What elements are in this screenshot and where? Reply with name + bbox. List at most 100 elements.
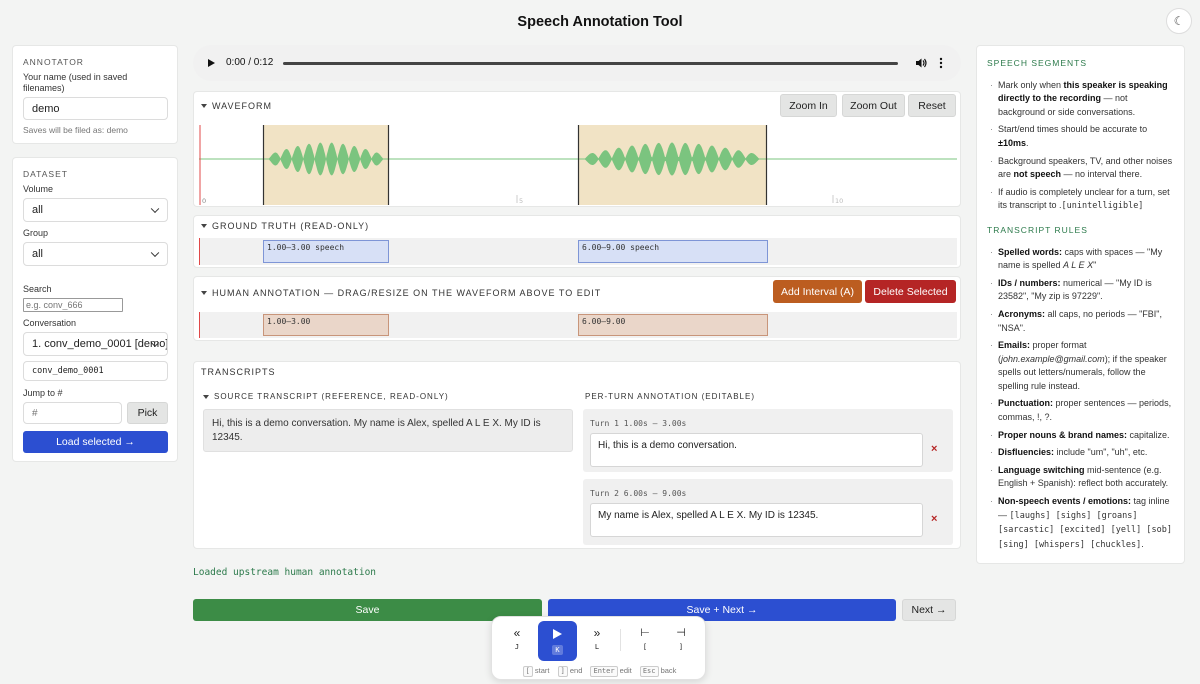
page-title: Speech Annotation Tool: [517, 14, 683, 30]
floating-player: « J K » L ⊢ [ ⊣ ] [ start ] end Enter ed…: [491, 616, 706, 680]
search-input[interactable]: [23, 298, 123, 312]
speech-rule-4: If audio is completely unclear for a tur…: [987, 186, 1173, 214]
rewind-button[interactable]: « J: [508, 627, 526, 652]
load-selected-button[interactable]: Load selected →: [23, 431, 168, 453]
zoom-in-button[interactable]: Zoom In: [780, 94, 837, 117]
fast-forward-icon: »: [593, 626, 601, 640]
volume-icon[interactable]: [915, 57, 927, 69]
delete-selected-button[interactable]: Delete Selected: [865, 280, 956, 303]
dataset-heading: DATASET: [23, 169, 68, 179]
conversation-value: 1. conv_demo_0001 [demo]: [32, 338, 168, 350]
play-pause-button[interactable]: K: [538, 621, 577, 661]
name-input[interactable]: demo: [23, 97, 168, 120]
waveform-region-1: [263, 125, 389, 205]
turn-2-textarea[interactable]: My name is Alex, spelled A L E X. My ID …: [590, 503, 923, 537]
turn-1-textarea[interactable]: Hi, this is a demo conversation.: [590, 433, 923, 467]
transcript-rule-2: IDs / numbers: numerical — "My ID is 235…: [987, 277, 1173, 304]
rules-panel: SPEECH SEGMENTS Mark only when this spea…: [987, 57, 1173, 556]
transcript-rule-5: Punctuation: proper sentences — periods,…: [987, 397, 1173, 424]
annotator-heading: ANNOTATOR: [23, 57, 84, 67]
jump-input[interactable]: [23, 402, 122, 424]
volume-label: Volume: [23, 184, 54, 194]
transcripts-card: TRANSCRIPTS SOURCE TRANSCRIPT (REFERENCE…: [193, 361, 961, 549]
wave-tick-0: 0: [202, 197, 206, 205]
waveform-card: WAVEFORM Zoom In Zoom Out Reset 0 5 10: [193, 91, 961, 207]
chevron-down-icon: [150, 248, 160, 258]
human-segment-1[interactable]: 1.00–3.00: [263, 314, 389, 336]
transcript-rule-4: Emails: proper format (john.example@gmai…: [987, 339, 1173, 393]
speech-rule-1: Mark only when this speaker is speaking …: [987, 79, 1173, 120]
conversation-id-field[interactable]: conv_demo_0001: [23, 361, 168, 381]
pick-button[interactable]: Pick: [127, 402, 168, 424]
transcripts-heading: TRANSCRIPTS: [201, 367, 276, 377]
human-annotation-card: HUMAN ANNOTATION — DRAG/RESIZE ON THE WA…: [193, 276, 961, 341]
collapse-icon[interactable]: [203, 394, 209, 399]
collapse-icon[interactable]: [201, 104, 207, 108]
source-transcript-heading: SOURCE TRANSCRIPT (REFERENCE, READ-ONLY): [203, 392, 449, 401]
transcript-rule-7: Disfluencies: include "um", "uh", etc.: [987, 446, 1173, 460]
zoom-out-button[interactable]: Zoom Out: [842, 94, 905, 117]
play-icon[interactable]: [208, 59, 215, 67]
hint-back-key: Esc: [639, 666, 659, 677]
conversation-label: Conversation: [23, 318, 77, 328]
player-divider: [620, 629, 621, 651]
chevron-down-icon: [150, 204, 160, 214]
next-button[interactable]: Next →: [902, 599, 956, 621]
transcript-rules-heading: TRANSCRIPT RULES: [987, 224, 1088, 235]
audio-player: 0:00 / 0:12: [193, 45, 961, 81]
remove-turn-1-icon[interactable]: ×: [931, 443, 937, 455]
speech-rule-2: Start/end times should be accurate to ±1…: [987, 123, 1173, 150]
audio-scrubber[interactable]: [283, 62, 898, 65]
set-end-icon: ⊣: [676, 627, 686, 639]
collapse-icon[interactable]: [201, 291, 207, 295]
human-segment-2[interactable]: 6.00–9.00: [578, 314, 768, 336]
human-annotation-heading-text: HUMAN ANNOTATION — DRAG/RESIZE ON THE WA…: [212, 288, 602, 298]
hint-edit-label: edit: [619, 666, 632, 675]
group-select[interactable]: all: [23, 242, 168, 266]
speech-rule-3: Background speakers, TV, and other noise…: [987, 155, 1173, 182]
search-label: Search: [23, 284, 52, 294]
transcript-rule-8: Language switching mid-sentence (e.g. En…: [987, 464, 1173, 491]
shortcut-hints: [ start ] end Enter edit Esc back: [492, 666, 707, 677]
turn-1-label: Turn 1 1.00s — 3.00s: [590, 419, 687, 428]
volume-select[interactable]: all: [23, 198, 168, 222]
set-start-button[interactable]: ⊢ [: [636, 627, 654, 652]
transcript-rule-1: Spelled words: caps with spaces — "My na…: [987, 246, 1173, 273]
set-end-button[interactable]: ⊣ ]: [672, 627, 690, 652]
speech-rules-list: Mark only when this speaker is speaking …: [987, 79, 1173, 214]
key-k: K: [552, 645, 563, 655]
waveform-canvas[interactable]: 0 5 10: [199, 125, 957, 205]
remove-turn-2-icon[interactable]: ×: [931, 513, 937, 525]
ground-truth-heading: GROUND TRUTH (READ-ONLY): [201, 221, 369, 231]
set-start-icon: ⊢: [640, 627, 650, 639]
ground-truth-segment-2: 6.00–9.00 speech: [578, 240, 768, 263]
speech-segments-heading: SPEECH SEGMENTS: [987, 58, 1088, 68]
waveform-heading-text: WAVEFORM: [212, 101, 272, 111]
transcript-rule-6: Proper nouns & brand names: capitalize.: [987, 429, 1173, 443]
fast-forward-button[interactable]: » L: [588, 627, 606, 652]
hint-edit-key: Enter: [590, 666, 618, 677]
turn-2-label: Turn 2 6.00s — 9.00s: [590, 489, 687, 498]
name-label: Your name (used in saved filenames): [23, 72, 128, 93]
ground-truth-segment-1: 1.00–3.00 speech: [263, 240, 389, 263]
jump-label: Jump to #: [23, 388, 63, 398]
more-options-icon[interactable]: [939, 57, 943, 69]
rewind-icon: «: [513, 626, 521, 640]
collapse-icon[interactable]: [201, 224, 207, 228]
dataset-card: DATASET Volume all Group all Search Conv…: [12, 157, 178, 462]
theme-toggle-button[interactable]: ☾: [1166, 8, 1192, 34]
key-close-bracket: ]: [678, 643, 684, 651]
transcript-rule-3: Acronyms: all caps, no periods — "FBI", …: [987, 308, 1173, 335]
moon-icon: ☾: [1173, 14, 1185, 28]
wave-tick-10: 10: [835, 197, 843, 205]
add-interval-button[interactable]: Add Interval (A): [773, 280, 862, 303]
hint-start-label: start: [534, 666, 550, 675]
save-button[interactable]: Save: [193, 599, 542, 621]
conversation-select[interactable]: 1. conv_demo_0001 [demo]: [23, 332, 168, 356]
human-annotation-heading: HUMAN ANNOTATION — DRAG/RESIZE ON THE WA…: [201, 288, 601, 298]
turn-card-2: Turn 2 6.00s — 9.00s My name is Alex, sp…: [583, 479, 953, 545]
reset-button[interactable]: Reset: [908, 94, 956, 117]
source-transcript-text: Hi, this is a demo conversation. My name…: [203, 409, 573, 452]
key-l: L: [594, 643, 600, 651]
audio-time: 0:00 / 0:12: [226, 57, 274, 68]
